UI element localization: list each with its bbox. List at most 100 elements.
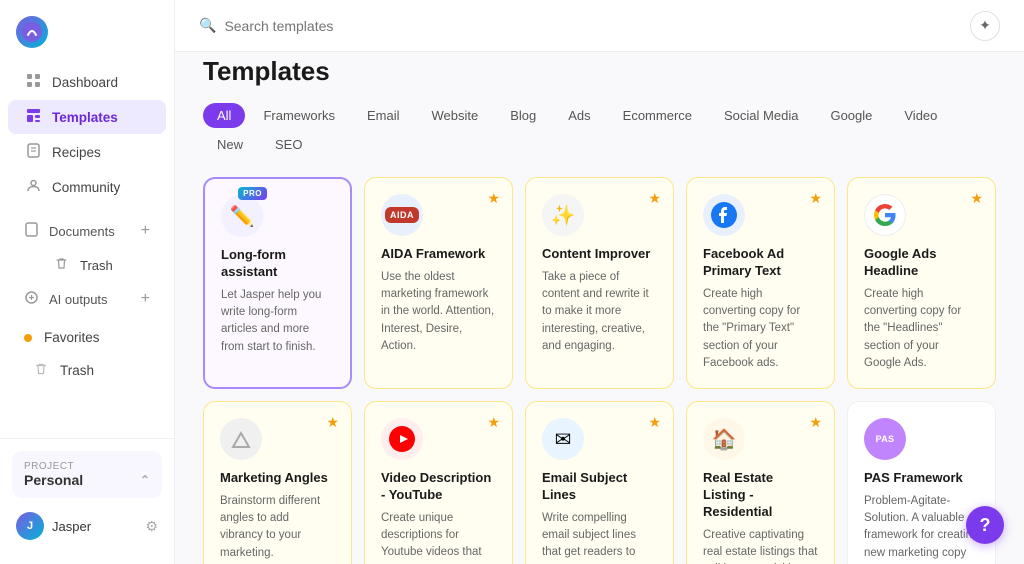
card-icon-wrap	[220, 418, 262, 460]
filter-tab-social_media[interactable]: Social Media	[710, 103, 812, 128]
template-card-aida[interactable]: ★ AIDA AIDA Framework Use the oldest mar…	[364, 177, 513, 389]
page-title: Templates	[203, 56, 996, 87]
card-description: Create unique descriptions for Youtube v…	[381, 510, 496, 564]
star-icon: ★	[487, 414, 500, 431]
card-icon-wrap	[703, 194, 745, 236]
sidebar-item-label: Templates	[52, 110, 118, 125]
card-title: Long-form assistant	[221, 247, 334, 281]
documents-trash: Trash	[0, 249, 174, 281]
filter-tab-ecommerce[interactable]: Ecommerce	[609, 103, 706, 128]
sidebar-item-label: Community	[52, 180, 120, 195]
filter-tab-blog[interactable]: Blog	[496, 103, 550, 128]
template-card-email-subject[interactable]: ★ ✉ Email Subject Lines Write compelling…	[525, 401, 674, 564]
star-icon: ★	[809, 414, 822, 431]
card-title: Email Subject Lines	[542, 470, 657, 504]
card-title: Content Improver	[542, 246, 657, 263]
favorites-trash-icon	[32, 362, 50, 378]
filter-tab-all[interactable]: All	[203, 103, 245, 128]
filter-tab-ads[interactable]: Ads	[554, 103, 604, 128]
filter-tab-frameworks[interactable]: Frameworks	[249, 103, 349, 128]
cards-row-1: ✏️ PRO Long-form assistant Let Jasper he…	[203, 177, 996, 389]
documents-icon	[24, 222, 39, 240]
template-card-google-ads[interactable]: ★ Google Ads Headline Create high conver…	[847, 177, 996, 389]
avatar: J	[16, 512, 44, 540]
star-icon: ★	[970, 190, 983, 207]
card-icon-wrap: ✏️ PRO	[221, 195, 263, 237]
settings-gear-icon[interactable]: ⚙	[145, 518, 158, 535]
card-title: Facebook Ad Primary Text	[703, 246, 818, 280]
top-bar: 🔍 ✦	[175, 0, 1024, 52]
sidebar-item-label: Dashboard	[52, 75, 118, 90]
card-icon-wrap	[864, 194, 906, 236]
favorites-label: Favorites	[44, 330, 100, 345]
card-description: Create high converting copy for the "Pri…	[703, 286, 818, 372]
card-description: Problem-Agitate-Solution. A valuable fra…	[864, 493, 979, 564]
card-description: Let Jasper help you write long-form arti…	[221, 287, 334, 356]
card-title: PAS Framework	[864, 470, 979, 487]
sidebar-item-templates[interactable]: Templates	[8, 100, 166, 134]
favorites-trash-label: Trash	[60, 363, 94, 378]
card-title: Video Description - YouTube	[381, 470, 496, 504]
documents-section[interactable]: Documents +	[8, 214, 166, 248]
ai-outputs-section[interactable]: AI outputs +	[8, 282, 166, 316]
trash-icon	[52, 257, 70, 273]
template-card-real-estate[interactable]: ★ 🏠 Real Estate Listing - Residential Cr…	[686, 401, 835, 564]
add-document-button[interactable]: +	[141, 222, 150, 240]
dashboard-icon	[24, 73, 42, 91]
card-description: Creative captivating real estate listing…	[703, 527, 818, 564]
card-description: Take a piece of content and rewrite it t…	[542, 269, 657, 355]
template-card-facebook-ad[interactable]: ★ Facebook Ad Primary Text Create high c…	[686, 177, 835, 389]
filter-tab-video[interactable]: Video	[890, 103, 951, 128]
add-ai-output-button[interactable]: +	[141, 290, 150, 308]
sidebar-item-favorites[interactable]: Favorites	[8, 322, 166, 353]
star-icon: ★	[648, 414, 661, 431]
user-name: Jasper	[52, 519, 91, 534]
search-input[interactable]	[224, 18, 444, 34]
main-layout: 🔍 ✦ Templates AllFrameworksEmailWebsiteB…	[175, 0, 1024, 564]
recipes-icon	[24, 143, 42, 161]
main-content: Templates AllFrameworksEmailWebsiteBlogA…	[175, 52, 1024, 564]
sidebar-navigation: Dashboard Templates Recipes Community	[0, 64, 174, 438]
card-description: Create high converting copy for the "Hea…	[864, 286, 979, 372]
card-icon-wrap	[381, 418, 423, 460]
card-description: Brainstorm different angles to add vibra…	[220, 493, 335, 562]
user-row: J Jasper ⚙	[12, 508, 162, 544]
template-card-content-improver[interactable]: ★ ✨ Content Improver Take a piece of con…	[525, 177, 674, 389]
star-icon: ★	[326, 414, 339, 431]
template-card-long-form[interactable]: ✏️ PRO Long-form assistant Let Jasper he…	[203, 177, 352, 389]
project-chevron-icon: ⌃	[140, 473, 150, 487]
sidebar: Dashboard Templates Recipes Community	[0, 0, 175, 564]
filter-tab-email[interactable]: Email	[353, 103, 414, 128]
card-icon-wrap: AIDA	[381, 194, 423, 236]
project-box[interactable]: PROJECT Personal ⌃	[12, 451, 162, 498]
sparkle-button[interactable]: ✦	[970, 11, 1000, 41]
ai-outputs-label: AI outputs	[49, 292, 108, 307]
star-icon: ★	[487, 190, 500, 207]
filter-tab-website[interactable]: Website	[417, 103, 492, 128]
filter-tab-seo[interactable]: SEO	[261, 132, 316, 157]
sidebar-item-favorites-trash[interactable]: Trash	[8, 354, 166, 386]
help-button[interactable]: ?	[966, 506, 1004, 544]
cards-row-2: ★ Marketing Angles Brainstorm different …	[203, 401, 996, 564]
card-icon-wrap: 🏠	[703, 418, 745, 460]
sidebar-item-recipes[interactable]: Recipes	[8, 135, 166, 169]
sidebar-bottom: PROJECT Personal ⌃ J Jasper ⚙	[0, 438, 174, 552]
sidebar-item-dashboard[interactable]: Dashboard	[8, 65, 166, 99]
favorites-dot-icon	[24, 334, 32, 342]
community-icon	[24, 178, 42, 196]
template-card-video-desc[interactable]: ★ Video Description - YouTube Create uni…	[364, 401, 513, 564]
sidebar-item-community[interactable]: Community	[8, 170, 166, 204]
documents-label: Documents	[49, 224, 115, 239]
template-card-marketing-angles[interactable]: ★ Marketing Angles Brainstorm different …	[203, 401, 352, 564]
filter-tab-google[interactable]: Google	[816, 103, 886, 128]
pro-badge: PRO	[238, 187, 267, 200]
sidebar-item-trash[interactable]: Trash	[36, 249, 170, 281]
card-title: Real Estate Listing - Residential	[703, 470, 818, 521]
project-name: Personal ⌃	[24, 472, 150, 488]
card-icon-wrap: ✨	[542, 194, 584, 236]
card-description: Write compelling email subject lines tha…	[542, 510, 657, 564]
card-icon-wrap: ✉	[542, 418, 584, 460]
project-section-label: PROJECT	[24, 461, 150, 472]
card-title: Google Ads Headline	[864, 246, 979, 280]
filter-tab-new[interactable]: New	[203, 132, 257, 157]
